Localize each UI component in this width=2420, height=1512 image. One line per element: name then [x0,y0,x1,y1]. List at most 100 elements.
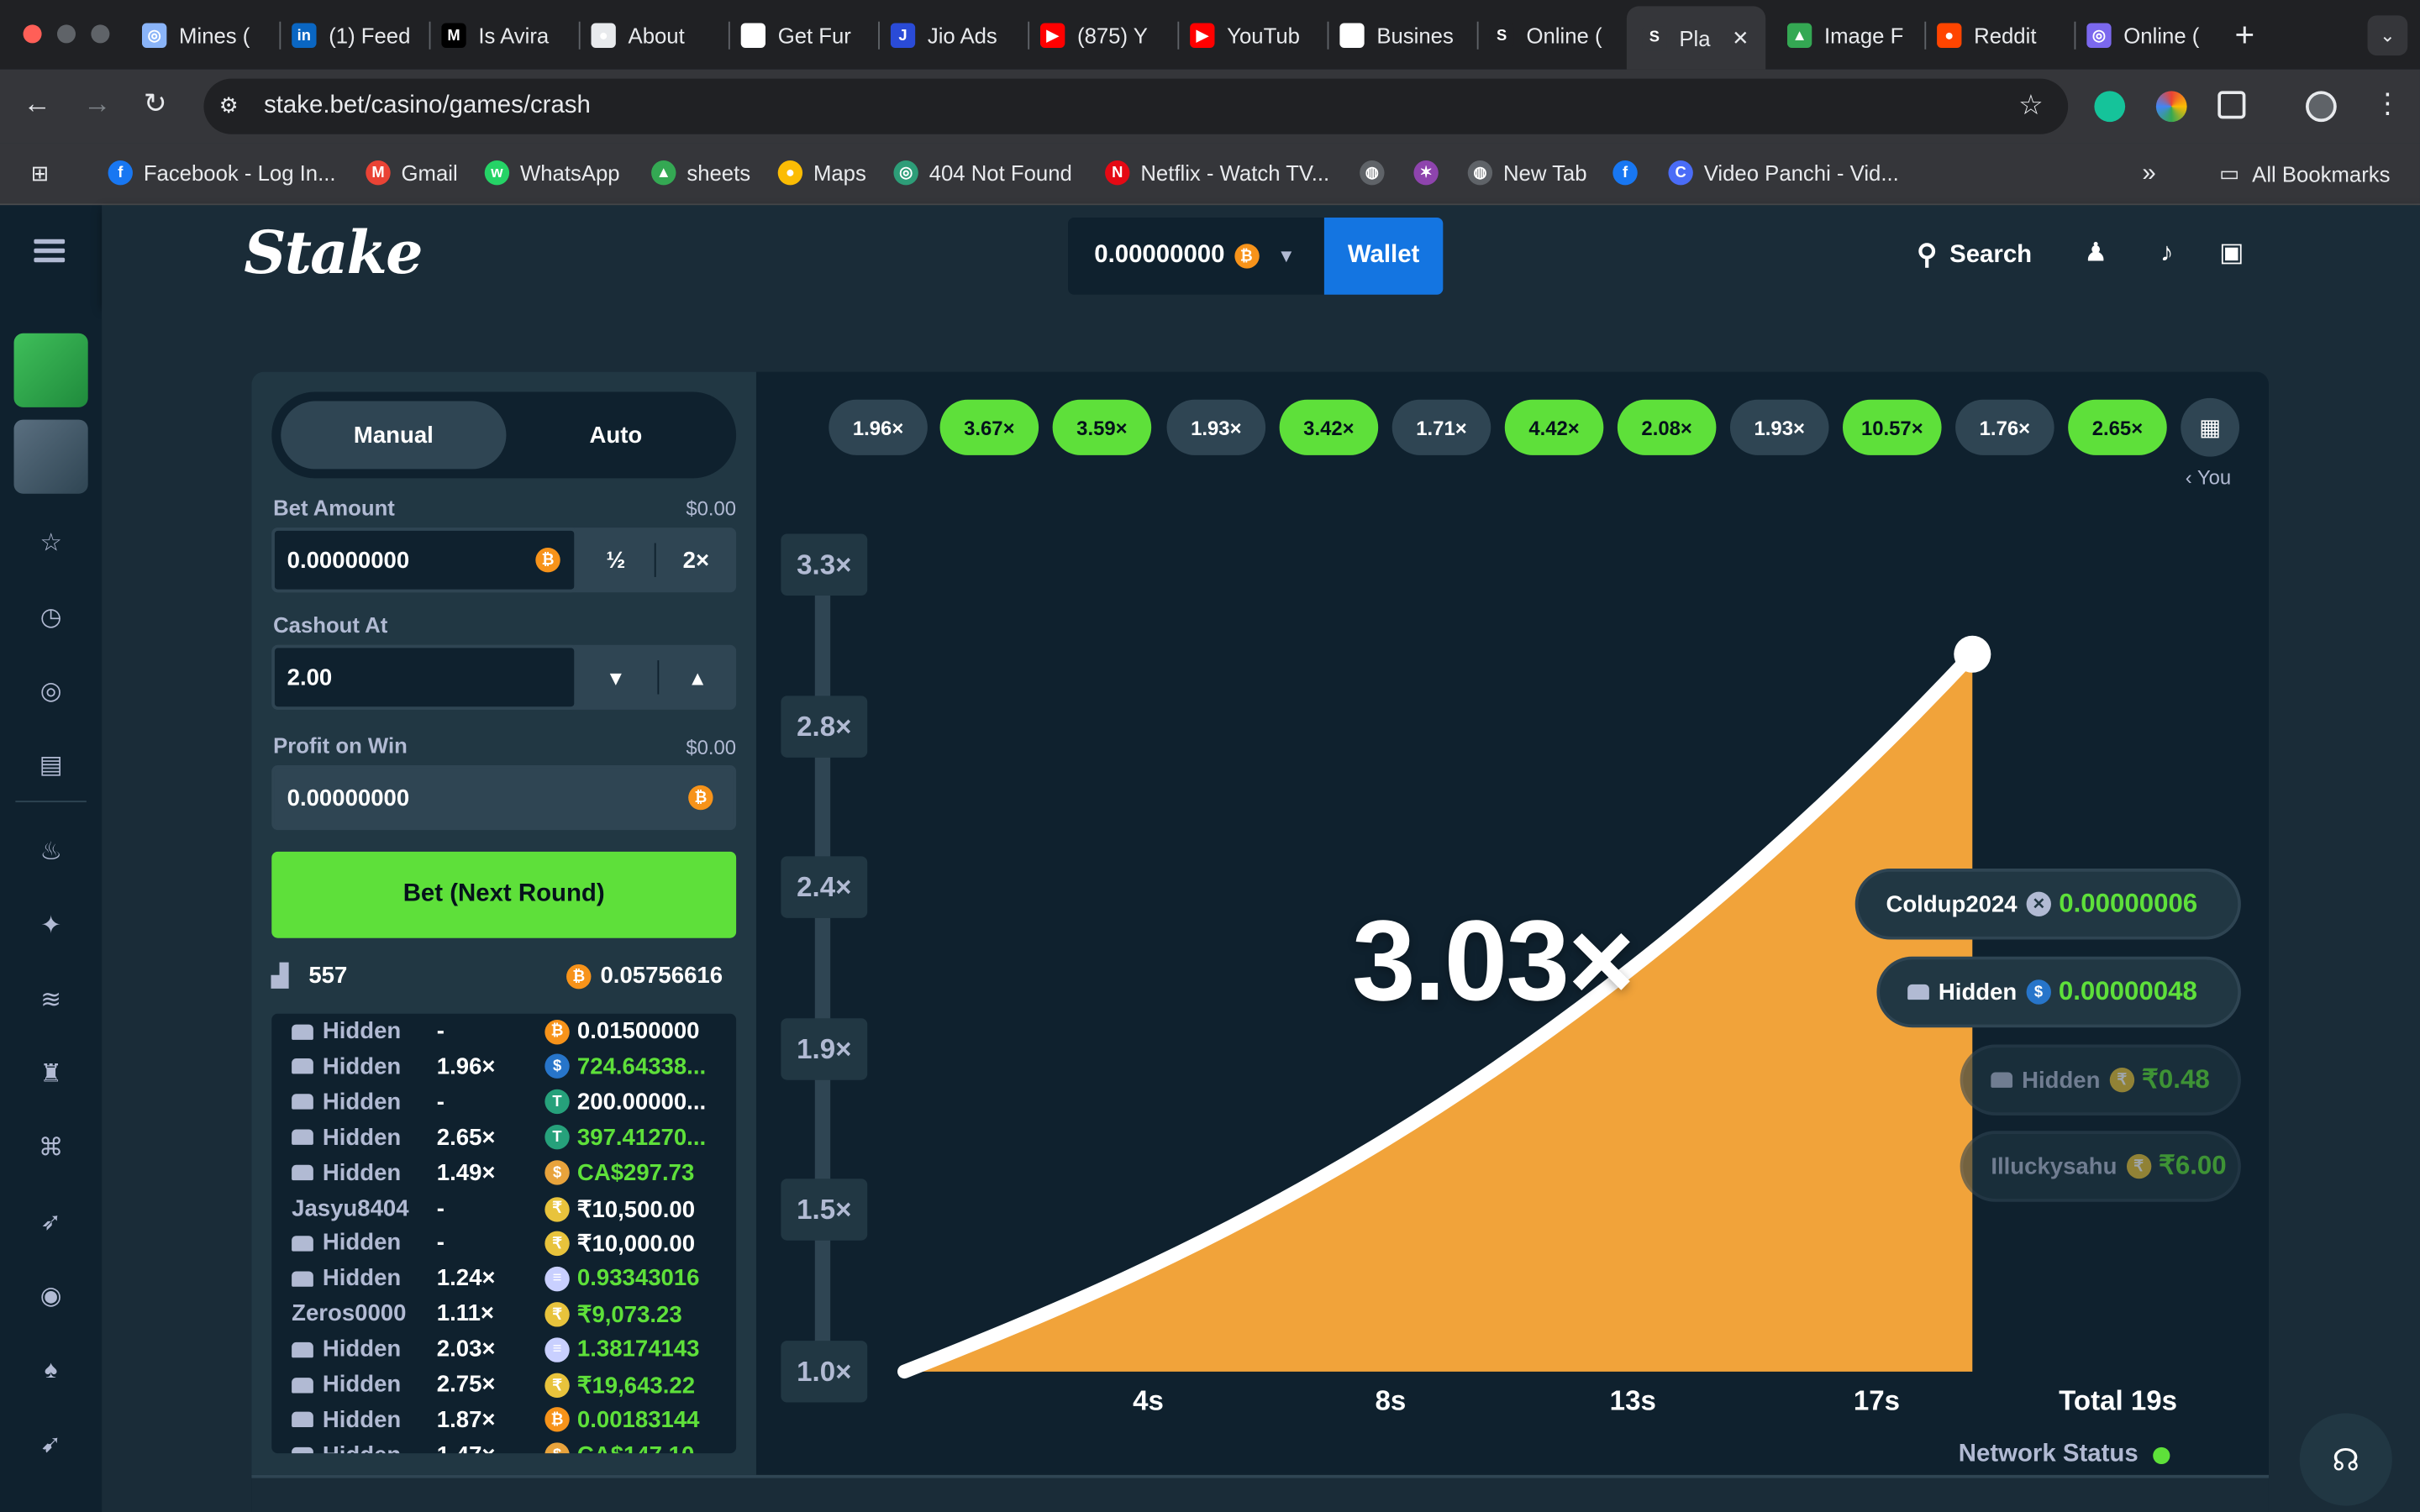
cashout-decrease-chevron-down-icon[interactable]: ▼ [577,645,655,710]
bookmark-item[interactable]: N Netflix - Watch TV... [1105,160,1329,186]
promotions-gift-icon[interactable]: ⌘ [34,1132,67,1166]
crash-history-pill[interactable]: 1.96× [829,399,928,455]
bookmark-item[interactable]: ● Maps [777,160,866,186]
browser-tab[interactable]: J Jio Ads [890,13,1027,59]
new-releases-rocket-icon[interactable]: ➶ [34,1206,67,1240]
crash-history-pill[interactable]: 3.42× [1279,399,1379,455]
crash-history-pill[interactable]: 4.42× [1504,399,1604,455]
grammarly-extension-icon[interactable] [2094,91,2126,123]
minimize-window-button[interactable] [56,24,76,44]
bookmark-item[interactable]: f Facebook - Log In... [108,160,336,186]
bet-row: Hidden 1.47× $ CA$147.10 [271,1437,736,1454]
balance-selector[interactable]: 0.00000000 ₿ ▼ [1067,217,1324,295]
half-bet-button[interactable]: ½ [577,528,655,592]
my-bets-icon[interactable]: ▤ [34,750,67,784]
support-headset-icon[interactable]: ☊ [2299,1413,2392,1506]
crash-history-pill[interactable]: 1.76× [1955,399,2054,455]
browser-tab[interactable]: ▶ (875) Y [1039,13,1176,59]
browser-tab[interactable]: ● About [591,13,727,59]
forward-arrow-icon[interactable]: → [83,88,111,121]
bookmark-item[interactable]: w WhatsApp [484,160,620,186]
url-text[interactable]: stake.bet/casino/games/crash [264,92,591,120]
tab-label: Get Fur [777,23,851,48]
slots-icon[interactable]: ≋ [34,984,67,1018]
crash-history-pill[interactable]: 1.71× [1392,399,1491,455]
casino-tile[interactable] [13,333,88,407]
browser-tab[interactable]: in (1) Feed [292,13,428,59]
tab-close-icon[interactable]: ✕ [1732,25,1749,50]
back-arrow-icon[interactable]: ← [24,88,51,121]
bookmark-star-icon[interactable]: ☆ [2018,90,2044,123]
search-button[interactable]: ⚲ Search [1917,239,2032,272]
profile-avatar[interactable] [2306,91,2337,123]
stake-originals-icon[interactable]: ✦ [34,911,67,944]
bookmark-item[interactable]: C Video Panchi - Vid... [1668,160,1899,186]
new-tab-button[interactable]: + [2235,15,2255,55]
browser-tab[interactable]: R Busines [1339,13,1476,59]
browser-tab[interactable]: ◎ Online ( [2086,13,2223,59]
bet-amount-input[interactable]: 0.00000000 ₿ [271,528,577,593]
tab-auto[interactable]: Auto [503,402,729,470]
crash-history-pill[interactable]: 3.67× [939,399,1039,455]
bookmark-item[interactable]: ✶ [1413,160,1449,186]
crash-history-pill[interactable]: 1.93× [1729,399,1829,455]
apps-grid-icon[interactable]: ⊞ [31,160,50,186]
double-bet-button[interactable]: 2× [656,528,737,592]
tab-manual[interactable]: Manual [281,401,507,470]
bookmark-item[interactable]: f [1612,160,1648,186]
cashout-bubble: Illuckysahu ₹ ₹6.00 [1960,1131,2241,1202]
browser-tab[interactable]: iV Get Fur [740,13,877,59]
challenges-target-icon[interactable]: ◎ [34,675,67,709]
browser-tab[interactable]: ◎ Mines ( [141,13,278,59]
live-casino-icon[interactable]: ♜ [34,1058,67,1092]
notifications-bell-icon[interactable]: ♪ [2150,236,2184,270]
maximize-window-button[interactable] [91,24,110,44]
crash-history-pill[interactable]: 3.59× [1052,399,1152,455]
crash-history-pill[interactable]: 10.57× [1843,399,1942,455]
site-settings-icon[interactable]: ⚙ [219,92,239,118]
bookmark-item[interactable]: ◍ New Tab [1467,160,1587,186]
browser-menu-icon[interactable]: ⋮ [2374,88,2402,121]
you-toggle[interactable]: ‹ You [2186,466,2231,490]
browser-tab[interactable]: M Is Avira [441,13,577,59]
cashout-increase-chevron-up-icon[interactable]: ▲ [659,645,736,710]
tab-search-button[interactable]: ⌄ [2367,15,2408,56]
publishers-icon[interactable]: ➹ [34,1429,67,1462]
crash-history-pill[interactable]: 2.08× [1617,399,1717,455]
sports-tile[interactable] [13,419,88,494]
user-profile-icon[interactable]: ♟ [2079,236,2112,270]
cashout-at-input[interactable]: 2.00 [271,644,577,710]
wallet-button[interactable]: Wallet [1323,217,1444,295]
bet-amount: T 200.00000... [544,1089,706,1116]
browser-tab[interactable]: ● Reddit [1937,13,2073,59]
live-bets-list[interactable]: Hidden - ₿ 0.01500000 Hidden 1.96× $724.64338.… [271,1013,737,1454]
bookmark-item[interactable]: ▲ sheets [651,160,750,186]
browser-tab[interactable]: S Pla ✕ [1626,6,1766,70]
bookmark-item[interactable]: ◎ 404 Not Found [893,160,1072,186]
crash-history-pill[interactable]: 1.93× [1166,399,1266,455]
bet-next-round-button[interactable]: Bet (Next Round) [271,851,737,938]
close-window-button[interactable] [23,24,42,44]
bookmark-item[interactable]: ◍ [1360,160,1395,186]
crash-history-pill[interactable]: 2.65× [2068,399,2167,455]
bookmark-favicon-icon: C [1668,160,1693,186]
menu-toggle-icon[interactable] [34,239,66,264]
chat-icon[interactable]: ▣ [2215,236,2249,270]
all-bookmarks-button[interactable]: ▭ All Bookmarks [2219,160,2390,186]
favourites-star-icon[interactable]: ☆ [34,528,67,561]
hot-games-flame-icon[interactable]: ♨ [34,836,67,869]
extensions-puzzle-icon[interactable] [2217,91,2246,119]
game-shows-icon[interactable]: ◉ [34,1280,67,1314]
recent-history-icon[interactable]: ◷ [34,601,67,635]
omnibox[interactable]: ⚙ stake.bet/casino/games/crash ☆ [203,78,2069,134]
browser-tab[interactable]: S Online ( [1489,13,1625,59]
blackjack-icon[interactable]: ♠ [34,1355,67,1389]
history-details-icon[interactable]: ▦ [2181,397,2240,457]
more-bookmarks-button[interactable]: » [2142,160,2155,188]
stake-logo[interactable]: Stake [244,218,423,287]
browser-tab[interactable]: ▶ YouTub [1190,13,1326,59]
bookmark-item[interactable]: M Gmail [366,160,458,186]
color-extension-icon[interactable] [2155,91,2187,123]
browser-tab[interactable]: ▲ Image F [1786,13,1923,59]
reload-icon[interactable]: ↻ [144,88,167,121]
